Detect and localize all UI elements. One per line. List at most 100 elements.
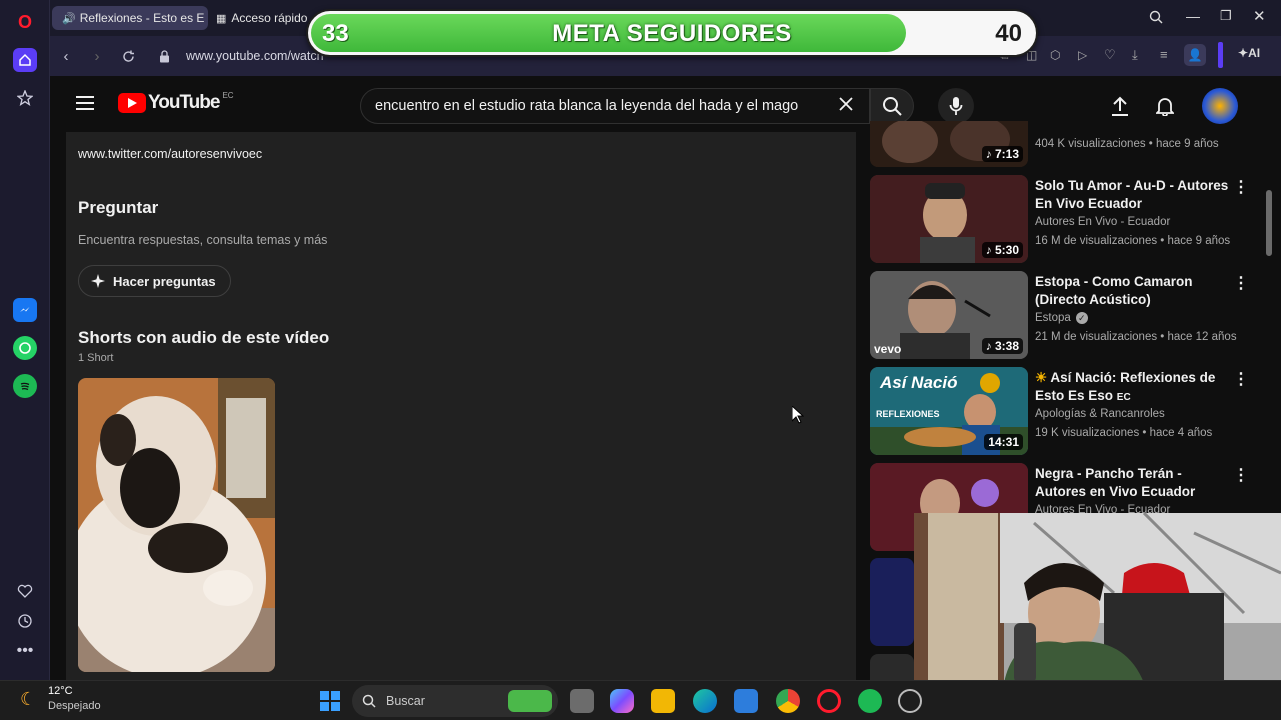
file-explorer-icon[interactable] xyxy=(651,689,675,713)
avatar[interactable] xyxy=(1202,88,1238,124)
minimize-icon[interactable]: — xyxy=(1186,8,1200,24)
youtube-wordmark: YouTube xyxy=(148,92,220,113)
rec-item[interactable]: ♪ 5:30 Solo Tu Amor - Au-D - Autores En … xyxy=(870,175,1270,265)
search-icon xyxy=(362,694,376,708)
rec-thumbnail-partial[interactable] xyxy=(870,558,914,646)
rec-channel[interactable]: Estopa ✓ xyxy=(1035,312,1088,324)
vevo-badge: vevo xyxy=(874,342,902,356)
opera-sidebar: O ••• xyxy=(0,0,50,680)
lock-icon[interactable] xyxy=(154,46,174,66)
rec-channel[interactable]: Apologías & Rancanroles xyxy=(1035,408,1165,420)
history-icon[interactable] xyxy=(13,609,37,633)
taskbar-search[interactable]: Buscar xyxy=(352,685,558,717)
tab-speed-dial[interactable]: ▦ Acceso rápido xyxy=(210,6,310,30)
scrollbar[interactable] xyxy=(1266,190,1272,256)
edge-icon[interactable] xyxy=(693,689,717,713)
home-icon[interactable] xyxy=(13,48,37,72)
chrome-icon[interactable] xyxy=(776,689,800,713)
rec-thumbnail[interactable]: ♪ 5:30 xyxy=(870,175,1028,263)
windows-start-icon[interactable] xyxy=(318,689,342,713)
bell-icon xyxy=(1156,98,1174,116)
search-tabs-icon[interactable] xyxy=(1149,10,1163,29)
rec-thumbnail[interactable]: ♪ 7:13 xyxy=(870,121,1028,167)
rec-thumbnail[interactable]: vevo ♪ 3:38 xyxy=(870,271,1028,359)
play-icon[interactable]: ▷ xyxy=(1078,48,1087,62)
easy-setup-icon[interactable]: ≡ xyxy=(1160,47,1168,62)
whatsapp-icon[interactable] xyxy=(13,336,37,360)
speaker-icon[interactable]: 🔊 xyxy=(62,12,76,25)
duration-badge: ♪ 5:30 xyxy=(981,242,1023,258)
search-highlight-icon xyxy=(508,690,552,712)
upload-button[interactable] xyxy=(1102,88,1138,124)
rec-title[interactable]: Negra - Pancho Terán - Autores en Vivo E… xyxy=(1035,465,1235,501)
rec-meta: 16 M de visualizaciones • hace 9 años xyxy=(1035,235,1231,247)
rec-thumbnail-partial[interactable] xyxy=(870,654,914,680)
rec-title[interactable]: Estopa - Como Camaron (Directo Acústico) xyxy=(1035,273,1235,309)
grid-icon: ▦ xyxy=(216,12,227,25)
weather-temp[interactable]: 12°C xyxy=(48,685,73,697)
rec-item[interactable]: Así Nació REFLEXIONES 14:31 ☀ Así Nació:… xyxy=(870,367,1270,457)
search-input[interactable]: encuentro en el estudio rata blanca la l… xyxy=(360,88,870,124)
favorite-icon[interactable]: ♡ xyxy=(1104,47,1116,63)
voice-search-button[interactable] xyxy=(938,88,974,124)
rec-item[interactable]: vevo ♪ 3:38 Estopa - Como Camaron (Direc… xyxy=(870,271,1270,361)
task-view-icon[interactable] xyxy=(570,689,594,713)
rec-item[interactable]: ♪ 7:13 404 K visualizaciones • hace 9 añ… xyxy=(870,121,1270,169)
store-icon[interactable] xyxy=(734,689,758,713)
webcam-overlay xyxy=(914,513,1281,683)
copilot-icon[interactable] xyxy=(610,689,634,713)
sun-emoji-icon: ☀ xyxy=(1035,370,1051,385)
twitter-link[interactable]: www.twitter.com/autoresenvivoec xyxy=(78,147,262,161)
music-note-icon: ♪ xyxy=(985,147,995,161)
sidebar-divider xyxy=(1218,42,1223,68)
clear-search-icon[interactable] xyxy=(838,96,854,117)
heart-icon[interactable] xyxy=(13,579,37,603)
more-actions-icon[interactable]: ⋮ xyxy=(1233,179,1249,199)
shield-icon[interactable]: ⬡ xyxy=(1050,48,1060,62)
more-actions-icon[interactable]: ⋮ xyxy=(1233,275,1249,295)
rec-title[interactable]: Solo Tu Amor - Au-D - Autores En Vivo Ec… xyxy=(1035,177,1235,213)
duration-text: 7:13 xyxy=(994,147,1019,161)
rec-title[interactable]: ☀ Así Nació: Reflexiones de Esto Es Eso … xyxy=(1035,369,1235,407)
messenger-icon[interactable] xyxy=(13,298,37,322)
aria-ai-button[interactable]: ✦AI xyxy=(1238,46,1260,60)
search-button[interactable] xyxy=(870,88,914,124)
bookmarks-icon[interactable] xyxy=(13,86,37,110)
rec-thumbnail[interactable]: Así Nació REFLEXIONES 14:31 xyxy=(870,367,1028,455)
weather-desc[interactable]: Despejado xyxy=(48,700,101,712)
close-window-icon[interactable]: ✕ xyxy=(1253,7,1266,25)
microphone-icon xyxy=(949,97,963,115)
notifications-button[interactable] xyxy=(1147,88,1183,124)
rec-channel[interactable]: Autores En Vivo - Ecuador xyxy=(1035,216,1170,228)
youtube-logo[interactable]: YouTube EC xyxy=(118,90,234,114)
youtube-play-icon xyxy=(118,93,146,113)
opera-icon[interactable] xyxy=(817,689,841,713)
hamburger-menu-icon[interactable] xyxy=(76,96,94,115)
profile-icon[interactable]: 👤 xyxy=(1184,44,1206,66)
region-code: EC xyxy=(222,90,234,100)
weather-moon-icon[interactable]: ☾ xyxy=(20,689,36,710)
spotify-icon[interactable] xyxy=(858,689,882,713)
ask-questions-button[interactable]: Hacer preguntas xyxy=(78,265,231,297)
duration-text: 5:30 xyxy=(994,243,1019,257)
download-icon[interactable]: ⤓ xyxy=(1132,47,1138,63)
music-note-icon: ♪ xyxy=(985,339,995,353)
tab-label: Acceso rápido xyxy=(231,11,308,25)
shorts-count: 1 Short xyxy=(78,352,114,364)
more-actions-icon[interactable]: ⋮ xyxy=(1233,467,1249,487)
follower-goal-meter: 33 META SEGUIDORES 40 xyxy=(306,9,1038,57)
short-thumbnail[interactable] xyxy=(78,378,275,672)
more-actions-icon[interactable]: ⋮ xyxy=(1233,371,1249,391)
back-icon[interactable]: ‹ xyxy=(56,46,76,66)
reload-icon[interactable] xyxy=(118,46,138,66)
mouse-cursor-icon xyxy=(791,404,805,429)
spotify-icon[interactable] xyxy=(13,374,37,398)
maximize-icon[interactable]: ❐ xyxy=(1220,8,1232,24)
meter-title: META SEGUIDORES xyxy=(552,20,792,47)
forward-icon[interactable]: › xyxy=(87,46,107,66)
app-icon[interactable] xyxy=(898,689,922,713)
url-field[interactable]: www.youtube.com/watch xyxy=(186,49,324,63)
opera-logo-icon[interactable]: O xyxy=(13,10,37,34)
more-options-icon[interactable]: ••• xyxy=(13,639,37,663)
tab-youtube[interactable]: 🔊 Reflexiones - Esto es E xyxy=(52,6,208,30)
